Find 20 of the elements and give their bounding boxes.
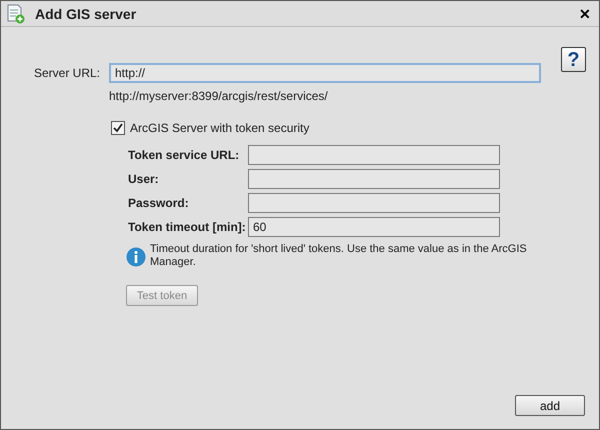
input-field[interactable]: 60	[248, 217, 500, 237]
field-label: User:	[128, 172, 160, 186]
field-label: Password:	[128, 196, 190, 210]
field-label: Server URL:	[33, 66, 102, 80]
document-add-icon	[7, 4, 25, 24]
info-icon	[126, 247, 146, 267]
input-field[interactable]	[248, 145, 500, 165]
input-field[interactable]	[248, 193, 500, 213]
field-label: Token service URL:	[128, 148, 240, 162]
checkbox[interactable]	[111, 121, 125, 135]
checkbox-label: ArcGIS Server with token security	[130, 121, 310, 135]
info-text: Timeout duration for 'short lived' tokens. Use the same value as in the ArcGIS Manager.	[150, 243, 528, 269]
server-url-field[interactable]: http://	[109, 63, 541, 83]
window-title: Add GIS server	[35, 6, 138, 22]
close-button[interactable]: ✕	[579, 6, 591, 22]
field-label: Token timeout [min]:	[128, 220, 247, 234]
add-button[interactable]: add	[515, 395, 585, 416]
url-hint: http://myserver:8399/arcgis/rest/services/	[109, 89, 329, 103]
input-field[interactable]	[248, 169, 500, 189]
help-button[interactable]: ?	[561, 47, 586, 72]
